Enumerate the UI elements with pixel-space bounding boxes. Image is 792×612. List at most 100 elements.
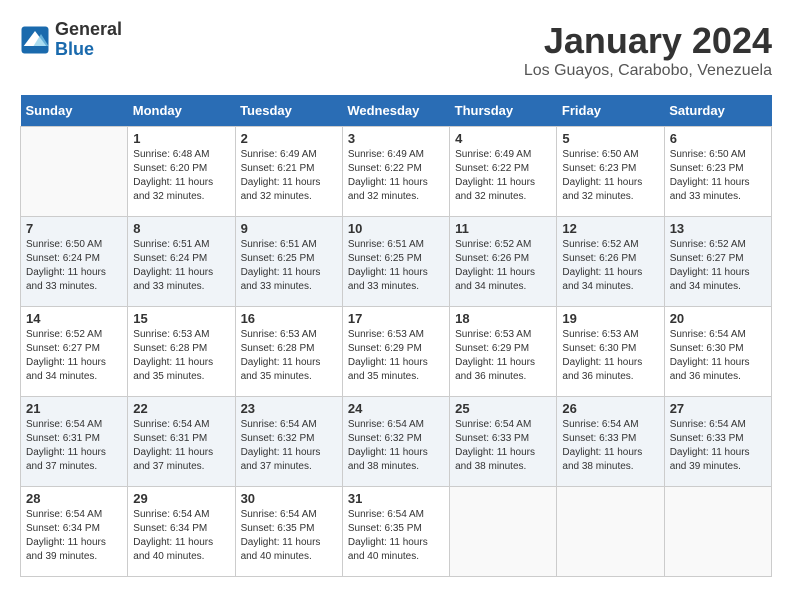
day-number: 28 xyxy=(26,491,122,506)
calendar-cell: 31 Sunrise: 6:54 AMSunset: 6:35 PMDayligh… xyxy=(342,487,449,577)
calendar-cell: 9 Sunrise: 6:51 AMSunset: 6:25 PMDaylight… xyxy=(235,217,342,307)
day-number: 24 xyxy=(348,401,444,416)
calendar-cell xyxy=(664,487,771,577)
days-header-row: SundayMondayTuesdayWednesdayThursdayFrid… xyxy=(21,95,772,127)
day-info: Sunrise: 6:49 AMSunset: 6:21 PMDaylight:… xyxy=(241,148,337,204)
day-number: 7 xyxy=(26,221,122,236)
day-number: 5 xyxy=(562,131,658,146)
day-number: 20 xyxy=(670,311,766,326)
day-info: Sunrise: 6:54 AMSunset: 6:32 PMDaylight:… xyxy=(348,418,444,474)
day-number: 12 xyxy=(562,221,658,236)
day-number: 15 xyxy=(133,311,229,326)
day-number: 22 xyxy=(133,401,229,416)
day-info: Sunrise: 6:54 AMSunset: 6:33 PMDaylight:… xyxy=(670,418,766,474)
day-number: 1 xyxy=(133,131,229,146)
calendar-cell: 2Sunrise: 6:49 AMSunset: 6:21 PMDaylight… xyxy=(235,127,342,217)
day-number: 14 xyxy=(26,311,122,326)
day-number: 31 xyxy=(348,491,444,506)
day-number: 4 xyxy=(455,131,551,146)
month-title: January 2024 xyxy=(524,20,772,62)
calendar-cell: 16 Sunrise: 6:53 AMSunset: 6:28 PMDayligh… xyxy=(235,307,342,397)
day-number: 9 xyxy=(241,221,337,236)
week-row-1: 1 Sunrise: 6:48 AMSunset: 6:20 PMDaylight… xyxy=(21,127,772,217)
day-info: Sunrise: 6:49 AMSunset: 6:22 PMDaylight:… xyxy=(348,148,444,204)
calendar-cell: 12 Sunrise: 6:52 AMSunset: 6:26 PMDayligh… xyxy=(557,217,664,307)
header-monday: Monday xyxy=(128,95,235,127)
day-number: 30 xyxy=(241,491,337,506)
week-row-3: 14Sunrise: 6:52 AMSunset: 6:27 PMDayligh… xyxy=(21,307,772,397)
calendar-cell: 17 Sunrise: 6:53 AMSunset: 6:29 PMDayligh… xyxy=(342,307,449,397)
day-info: Sunrise: 6:53 AMSunset: 6:28 PMDaylight:… xyxy=(133,328,229,384)
header-thursday: Thursday xyxy=(450,95,557,127)
day-number: 6 xyxy=(670,131,766,146)
day-info: Sunrise: 6:50 AMSunset: 6:23 PMDaylight:… xyxy=(670,148,766,204)
day-info: Sunrise: 6:51 AMSunset: 6:25 PMDaylight:… xyxy=(241,238,337,294)
calendar-cell: 22 Sunrise: 6:54 AMSunset: 6:31 PMDayligh… xyxy=(128,397,235,487)
calendar-cell: 5 Sunrise: 6:50 AMSunset: 6:23 PMDaylight… xyxy=(557,127,664,217)
day-info: Sunrise: 6:54 AMSunset: 6:34 PMDaylight:… xyxy=(133,508,229,564)
calendar-cell: 18 Sunrise: 6:53 AMSunset: 6:29 PMDayligh… xyxy=(450,307,557,397)
calendar-cell: 6 Sunrise: 6:50 AMSunset: 6:23 PMDaylight… xyxy=(664,127,771,217)
day-info: Sunrise: 6:53 AMSunset: 6:28 PMDaylight:… xyxy=(241,328,337,384)
header-tuesday: Tuesday xyxy=(235,95,342,127)
day-info: Sunrise: 6:51 AMSunset: 6:24 PMDaylight:… xyxy=(133,238,229,294)
day-info: Sunrise: 6:52 AMSunset: 6:26 PMDaylight:… xyxy=(562,238,658,294)
week-row-4: 21 Sunrise: 6:54 AMSunset: 6:31 PMDayligh… xyxy=(21,397,772,487)
day-info: Sunrise: 6:54 AMSunset: 6:33 PMDaylight:… xyxy=(455,418,551,474)
logo-general-text: General xyxy=(55,20,122,40)
page-header: General Blue January 2024 Los Guayos, Ca… xyxy=(20,20,772,80)
logo: General Blue xyxy=(20,20,122,60)
day-info: Sunrise: 6:52 AMSunset: 6:27 PMDaylight:… xyxy=(670,238,766,294)
day-number: 21 xyxy=(26,401,122,416)
day-number: 25 xyxy=(455,401,551,416)
day-info: Sunrise: 6:53 AMSunset: 6:29 PMDaylight:… xyxy=(348,328,444,384)
calendar-cell: 10 Sunrise: 6:51 AMSunset: 6:25 PMDayligh… xyxy=(342,217,449,307)
day-info: Sunrise: 6:50 AMSunset: 6:24 PMDaylight:… xyxy=(26,238,122,294)
header-wednesday: Wednesday xyxy=(342,95,449,127)
day-info: Sunrise: 6:51 AMSunset: 6:25 PMDaylight:… xyxy=(348,238,444,294)
calendar-cell: 24 Sunrise: 6:54 AMSunset: 6:32 PMDayligh… xyxy=(342,397,449,487)
calendar-cell: 8Sunrise: 6:51 AMSunset: 6:24 PMDaylight… xyxy=(128,217,235,307)
calendar-cell: 28Sunrise: 6:54 AMSunset: 6:34 PMDayligh… xyxy=(21,487,128,577)
calendar-cell xyxy=(21,127,128,217)
day-number: 23 xyxy=(241,401,337,416)
day-info: Sunrise: 6:54 AMSunset: 6:31 PMDaylight:… xyxy=(133,418,229,474)
calendar-cell: 21Sunrise: 6:54 AMSunset: 6:31 PMDayligh… xyxy=(21,397,128,487)
calendar-cell: 19 Sunrise: 6:53 AMSunset: 6:30 PMDayligh… xyxy=(557,307,664,397)
day-number: 19 xyxy=(562,311,658,326)
calendar-cell: 13Sunrise: 6:52 AMSunset: 6:27 PMDayligh… xyxy=(664,217,771,307)
calendar-cell xyxy=(557,487,664,577)
day-info: Sunrise: 6:52 AMSunset: 6:26 PMDaylight:… xyxy=(455,238,551,294)
day-info: Sunrise: 6:54 AMSunset: 6:30 PMDaylight:… xyxy=(670,328,766,384)
calendar-table: SundayMondayTuesdayWednesdayThursdayFrid… xyxy=(20,95,772,577)
calendar-cell: 29Sunrise: 6:54 AMSunset: 6:34 PMDayligh… xyxy=(128,487,235,577)
day-info: Sunrise: 6:50 AMSunset: 6:23 PMDaylight:… xyxy=(562,148,658,204)
day-number: 11 xyxy=(455,221,551,236)
header-friday: Friday xyxy=(557,95,664,127)
day-info: Sunrise: 6:54 AMSunset: 6:35 PMDaylight:… xyxy=(241,508,337,564)
day-info: Sunrise: 6:54 AMSunset: 6:35 PMDaylight:… xyxy=(348,508,444,564)
day-info: Sunrise: 6:53 AMSunset: 6:30 PMDaylight:… xyxy=(562,328,658,384)
logo-blue-text: Blue xyxy=(55,40,122,60)
day-info: Sunrise: 6:54 AMSunset: 6:33 PMDaylight:… xyxy=(562,418,658,474)
week-row-2: 7 Sunrise: 6:50 AMSunset: 6:24 PMDaylight… xyxy=(21,217,772,307)
calendar-cell: 1 Sunrise: 6:48 AMSunset: 6:20 PMDaylight… xyxy=(128,127,235,217)
calendar-cell: 27 Sunrise: 6:54 AMSunset: 6:33 PMDayligh… xyxy=(664,397,771,487)
calendar-cell: 25 Sunrise: 6:54 AMSunset: 6:33 PMDayligh… xyxy=(450,397,557,487)
calendar-cell: 14Sunrise: 6:52 AMSunset: 6:27 PMDayligh… xyxy=(21,307,128,397)
day-number: 27 xyxy=(670,401,766,416)
header-sunday: Sunday xyxy=(21,95,128,127)
calendar-cell: 23Sunrise: 6:54 AMSunset: 6:32 PMDayligh… xyxy=(235,397,342,487)
day-number: 10 xyxy=(348,221,444,236)
day-number: 26 xyxy=(562,401,658,416)
week-row-5: 28 Sunrise: 6:54 AMSunset: 6:34 PMDayligh… xyxy=(21,487,772,577)
calendar-cell: 20 Sunrise: 6:54 AMSunset: 6:30 PMDayligh… xyxy=(664,307,771,397)
day-number: 18 xyxy=(455,311,551,326)
day-number: 17 xyxy=(348,311,444,326)
day-number: 3 xyxy=(348,131,444,146)
day-info: Sunrise: 6:53 AMSunset: 6:29 PMDaylight:… xyxy=(455,328,551,384)
calendar-cell: 4Sunrise: 6:49 AMSunset: 6:22 PMDaylight… xyxy=(450,127,557,217)
calendar-cell xyxy=(450,487,557,577)
day-info: Sunrise: 6:48 AMSunset: 6:20 PMDaylight:… xyxy=(133,148,229,204)
day-number: 16 xyxy=(241,311,337,326)
